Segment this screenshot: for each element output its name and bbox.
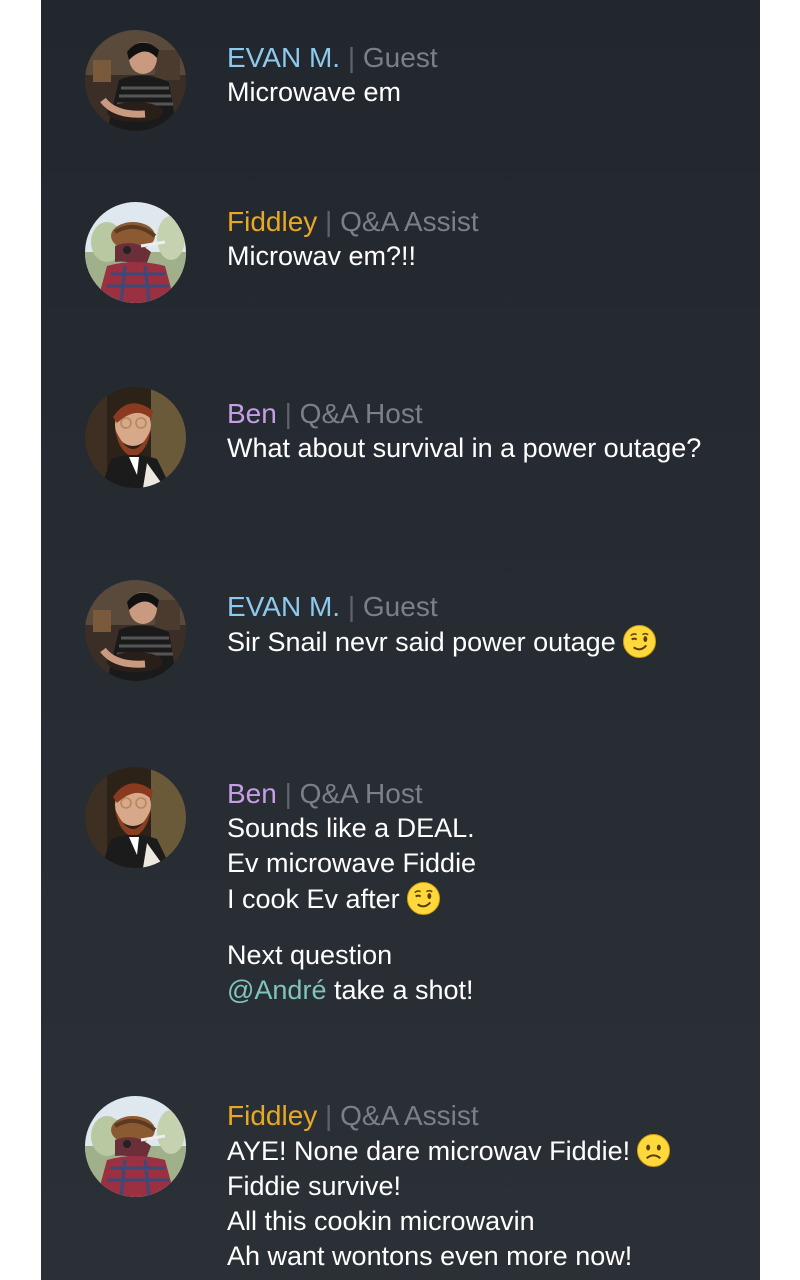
message-text: Sounds like a DEAL. — [227, 813, 475, 843]
separator: | — [284, 398, 292, 429]
user-role: Q&A Host — [299, 398, 423, 429]
message-text: Fiddie survive! — [227, 1171, 402, 1201]
message-header: EVAN M. | Guest — [227, 41, 760, 75]
avatar[interactable] — [85, 767, 186, 868]
user-mention-link[interactable]: @André — [227, 975, 326, 1005]
avatar[interactable] — [85, 580, 186, 681]
message-text: Ah want wontons even more now! — [227, 1241, 633, 1271]
message-text: Sir Snail nevr said power outage — [227, 624, 760, 660]
avatar[interactable] — [85, 387, 186, 488]
avatar[interactable] — [85, 30, 186, 131]
separator: | — [325, 206, 333, 237]
message-text-span: take a shot! — [326, 975, 474, 1005]
message-body: EVAN M. | Guest Sir Snail nevr said powe… — [227, 590, 760, 660]
user-role: Guest — [362, 591, 438, 622]
message-header: EVAN M. | Guest — [227, 590, 760, 624]
chat-panel: EVAN M. | Guest Microwave em Fiddley | Q… — [41, 0, 760, 1280]
message-body: EVAN M. | Guest Microwave em — [227, 41, 760, 110]
message-header: Fiddley | Q&A Assist — [227, 1099, 760, 1133]
separator: | — [325, 1100, 333, 1131]
message-text: I cook Ev after — [227, 881, 760, 917]
message-text: Ev microwave Fiddie — [227, 848, 477, 878]
username[interactable]: EVAN M. — [227, 42, 340, 73]
message-text-span: AYE! None dare microwav Fiddie! — [227, 1136, 631, 1166]
username[interactable]: Ben — [227, 398, 277, 429]
message-header: Ben | Q&A Host — [227, 777, 760, 811]
frown-emoji-icon — [636, 1133, 671, 1168]
message-header: Ben | Q&A Host — [227, 397, 760, 431]
separator: | — [347, 591, 356, 622]
avatar[interactable] — [85, 1096, 186, 1197]
message-text: Microwav em?!! — [227, 241, 417, 271]
message-text: What about survival in a power outage? — [227, 433, 702, 463]
username[interactable]: EVAN M. — [227, 591, 340, 622]
message-text: AYE! None dare microwav Fiddie! — [227, 1133, 760, 1169]
username[interactable]: Fiddley — [227, 206, 317, 237]
message-text-span: I cook Ev after — [227, 884, 400, 914]
message-header: Fiddley | Q&A Assist — [227, 205, 760, 239]
wink-emoji-icon — [622, 624, 657, 659]
avatar[interactable] — [85, 202, 186, 303]
user-role: Guest — [362, 42, 438, 73]
username[interactable]: Fiddley — [227, 1100, 317, 1131]
user-role: Q&A Host — [299, 778, 423, 809]
message-text: All this cookin microwavin — [227, 1206, 535, 1236]
user-role: Q&A Assist — [340, 206, 479, 237]
message-body: Ben | Q&A Host What about survival in a … — [227, 397, 760, 466]
message-text-span: Sir Snail nevr said power outage — [227, 627, 616, 657]
separator: | — [284, 778, 292, 809]
message-body: Ben | Q&A Host Sounds like a DEAL. Ev mi… — [227, 777, 760, 1008]
message-text: Microwave em — [227, 77, 402, 107]
message-body: Fiddley | Q&A Assist AYE! None dare micr… — [227, 1099, 760, 1274]
message-body: Fiddley | Q&A Assist Microwav em?!! — [227, 205, 760, 274]
message-text: Next question — [227, 940, 393, 970]
wink-emoji-icon — [406, 881, 441, 916]
separator: | — [347, 42, 356, 73]
user-role: Q&A Assist — [340, 1100, 479, 1131]
message-text: @André take a shot! — [227, 973, 760, 1008]
username[interactable]: Ben — [227, 778, 277, 809]
